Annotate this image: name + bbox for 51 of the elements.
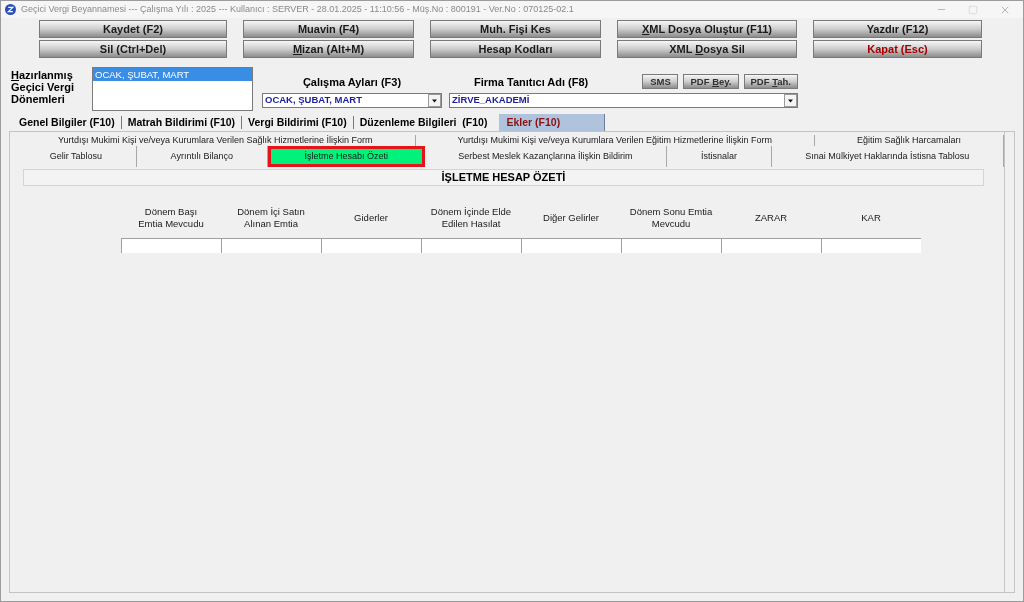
caret-icon[interactable] bbox=[784, 94, 797, 107]
report-button[interactable]: SMS bbox=[642, 74, 679, 89]
input-field[interactable] bbox=[821, 238, 921, 253]
column-header: KAR bbox=[861, 212, 881, 224]
toolbar-button[interactable]: Sil (Ctrl+Del) bbox=[39, 40, 227, 58]
section-title: İŞLETME HESAP ÖZETİ bbox=[23, 169, 984, 186]
column-header: Giderler bbox=[354, 212, 388, 224]
sub-tab[interactable]: Gelir Tablosu bbox=[16, 146, 137, 167]
sub-tab[interactable]: Eğitim Sağlık Harcamaları bbox=[815, 135, 1004, 146]
input-field[interactable] bbox=[521, 238, 621, 253]
report-button[interactable]: PDF Tah. bbox=[743, 74, 798, 89]
tab[interactable]: Düzenleme Bilgileri (F10) bbox=[353, 114, 494, 131]
sub-tab[interactable]: İşletme Hesabı Özeti bbox=[267, 146, 425, 167]
app-icon bbox=[5, 4, 16, 15]
tab[interactable]: Matrah Bildirimi (F10) bbox=[121, 114, 242, 131]
toolbar-button[interactable]: XML Dosya Oluştur (F11) bbox=[617, 20, 797, 38]
column-header: Dönem Başı Emtia Mevcudu bbox=[138, 206, 204, 230]
field-label: Hazırlanmış Geçici Vergi Dönemleri bbox=[11, 68, 75, 105]
sub-tab[interactable]: Ayrıntılı Bilanço bbox=[136, 146, 268, 167]
window-title: Geçici Vergi Beyannamesi --- Çalışma Yılı : 2025 --- Kullanıcı : SERVER - 28.01.2025 - 11:10:56 - Müş.No : 800191 - Ver.No : 070125-02.1 bbox=[21, 2, 574, 16]
sub-tab[interactable]: İstisnalar bbox=[667, 146, 772, 167]
sub-tab[interactable]: Serbest Meslek Kazançlarına İlişkin Bildirim bbox=[424, 146, 668, 167]
input-field[interactable] bbox=[721, 238, 821, 253]
tab[interactable]: Vergi Bildirimi (F10) bbox=[242, 114, 353, 131]
month-select[interactable]: OCAK, ŞUBAT, MART bbox=[262, 93, 442, 108]
input-field[interactable] bbox=[421, 238, 521, 253]
tab[interactable]: Genel Bilgiler (F10) bbox=[13, 114, 121, 131]
column-header: Diğer Gelirler bbox=[543, 212, 599, 224]
column-header: Dönem Sonu Emtia Mevcudu bbox=[629, 206, 713, 230]
toolbar-button[interactable]: Muavin (F4) bbox=[243, 20, 414, 38]
input-field[interactable] bbox=[221, 238, 321, 253]
column-header: Dönem İçinde Elde Edilen Hasılat bbox=[430, 206, 512, 230]
company-select[interactable]: ZİRVE_AKADEMİ bbox=[449, 93, 798, 108]
toolbar-button[interactable]: Yazdır (F12) bbox=[813, 20, 982, 38]
report-button[interactable]: PDF Bey. bbox=[683, 74, 739, 89]
toolbar-button[interactable]: Muh. Fişi Kes bbox=[430, 20, 601, 38]
input-field[interactable] bbox=[621, 238, 721, 253]
toolbar-button[interactable]: Mizan (Alt+M) bbox=[243, 40, 414, 58]
input-field[interactable] bbox=[121, 238, 221, 253]
toolbar-button[interactable]: Kaydet (F2) bbox=[39, 20, 227, 38]
column-header: Dönem İçi Satın Alınan Emtia bbox=[237, 206, 305, 230]
sub-tab[interactable]: Sınai Mülkiyet Haklarında İstisna Tablosu bbox=[771, 146, 1004, 167]
field-label: Çalışma Ayları (F3) bbox=[302, 76, 402, 90]
toolbar-button[interactable]: Kapat (Esc) bbox=[813, 40, 982, 58]
toolbar-button[interactable]: XML Dosya Sil bbox=[617, 40, 797, 58]
input-field[interactable] bbox=[321, 238, 421, 253]
caret-icon[interactable] bbox=[428, 94, 441, 107]
field-label: Firma Tanıtıcı Adı (F8) bbox=[474, 76, 589, 90]
tab[interactable]: Ekler (F10) bbox=[499, 114, 606, 131]
toolbar-button[interactable]: Hesap Kodları bbox=[430, 40, 601, 58]
column-header: ZARAR bbox=[754, 212, 788, 224]
